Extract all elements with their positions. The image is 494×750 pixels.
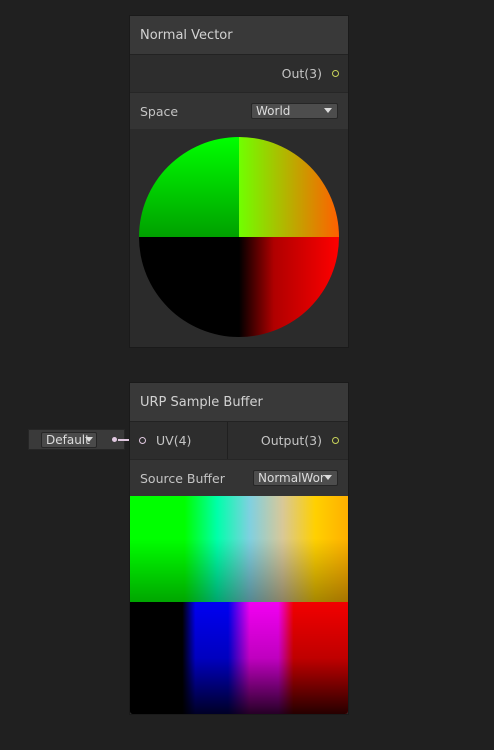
chevron-down-icon	[324, 108, 332, 113]
sphere-quadrant-top-right	[239, 137, 339, 237]
output-port-label: Output(3)	[260, 433, 322, 448]
chevron-down-icon	[85, 437, 93, 442]
sphere-quadrant-top-left	[139, 137, 239, 237]
source-buffer-value: NormalWorl	[258, 471, 326, 485]
output-port-connector[interactable]	[332, 437, 339, 444]
uv-input-dot	[112, 437, 117, 442]
preview-area	[130, 496, 348, 714]
chevron-down-icon	[324, 475, 332, 480]
sphere-quadrant-bottom-left	[139, 237, 239, 337]
output-port-row: Out(3)	[130, 55, 348, 93]
urp-sample-buffer-node[interactable]: URP Sample Buffer UV(4) Output(3) Source…	[130, 383, 348, 714]
space-label: Space	[140, 103, 179, 119]
output-port-label: Out(3)	[281, 66, 322, 81]
normal-vector-node[interactable]: Normal Vector Out(3) Space World	[130, 16, 348, 347]
preview-area	[130, 129, 348, 347]
input-port-label: UV(4)	[156, 433, 192, 448]
sphere-quadrant-bottom-right	[239, 237, 339, 337]
buffer-preview-top-shade	[130, 496, 348, 602]
node-title[interactable]: Normal Vector	[130, 16, 348, 55]
port-row: UV(4) Output(3)	[130, 422, 348, 460]
input-port: UV(4)	[130, 422, 228, 459]
source-buffer-dropdown[interactable]: NormalWorl	[253, 470, 338, 486]
source-buffer-label: Source Buffer	[140, 470, 225, 486]
buffer-preview-bottom-shade	[130, 602, 348, 714]
space-dropdown[interactable]: World	[251, 103, 338, 119]
space-dropdown-value: World	[256, 104, 291, 118]
node-title[interactable]: URP Sample Buffer	[130, 383, 348, 422]
normal-preview-sphere	[139, 137, 339, 337]
space-property-row: Space World	[130, 93, 348, 129]
uv-channel-value: Default	[46, 433, 90, 447]
source-buffer-row: Source Buffer NormalWorl	[130, 460, 348, 496]
output-port: Output(3)	[228, 422, 348, 459]
uv-channel-dropdown[interactable]: Default	[41, 432, 97, 448]
input-port-connector[interactable]	[139, 437, 146, 444]
uv-default-input[interactable]: Default	[28, 429, 125, 450]
output-port-connector[interactable]	[332, 70, 339, 77]
